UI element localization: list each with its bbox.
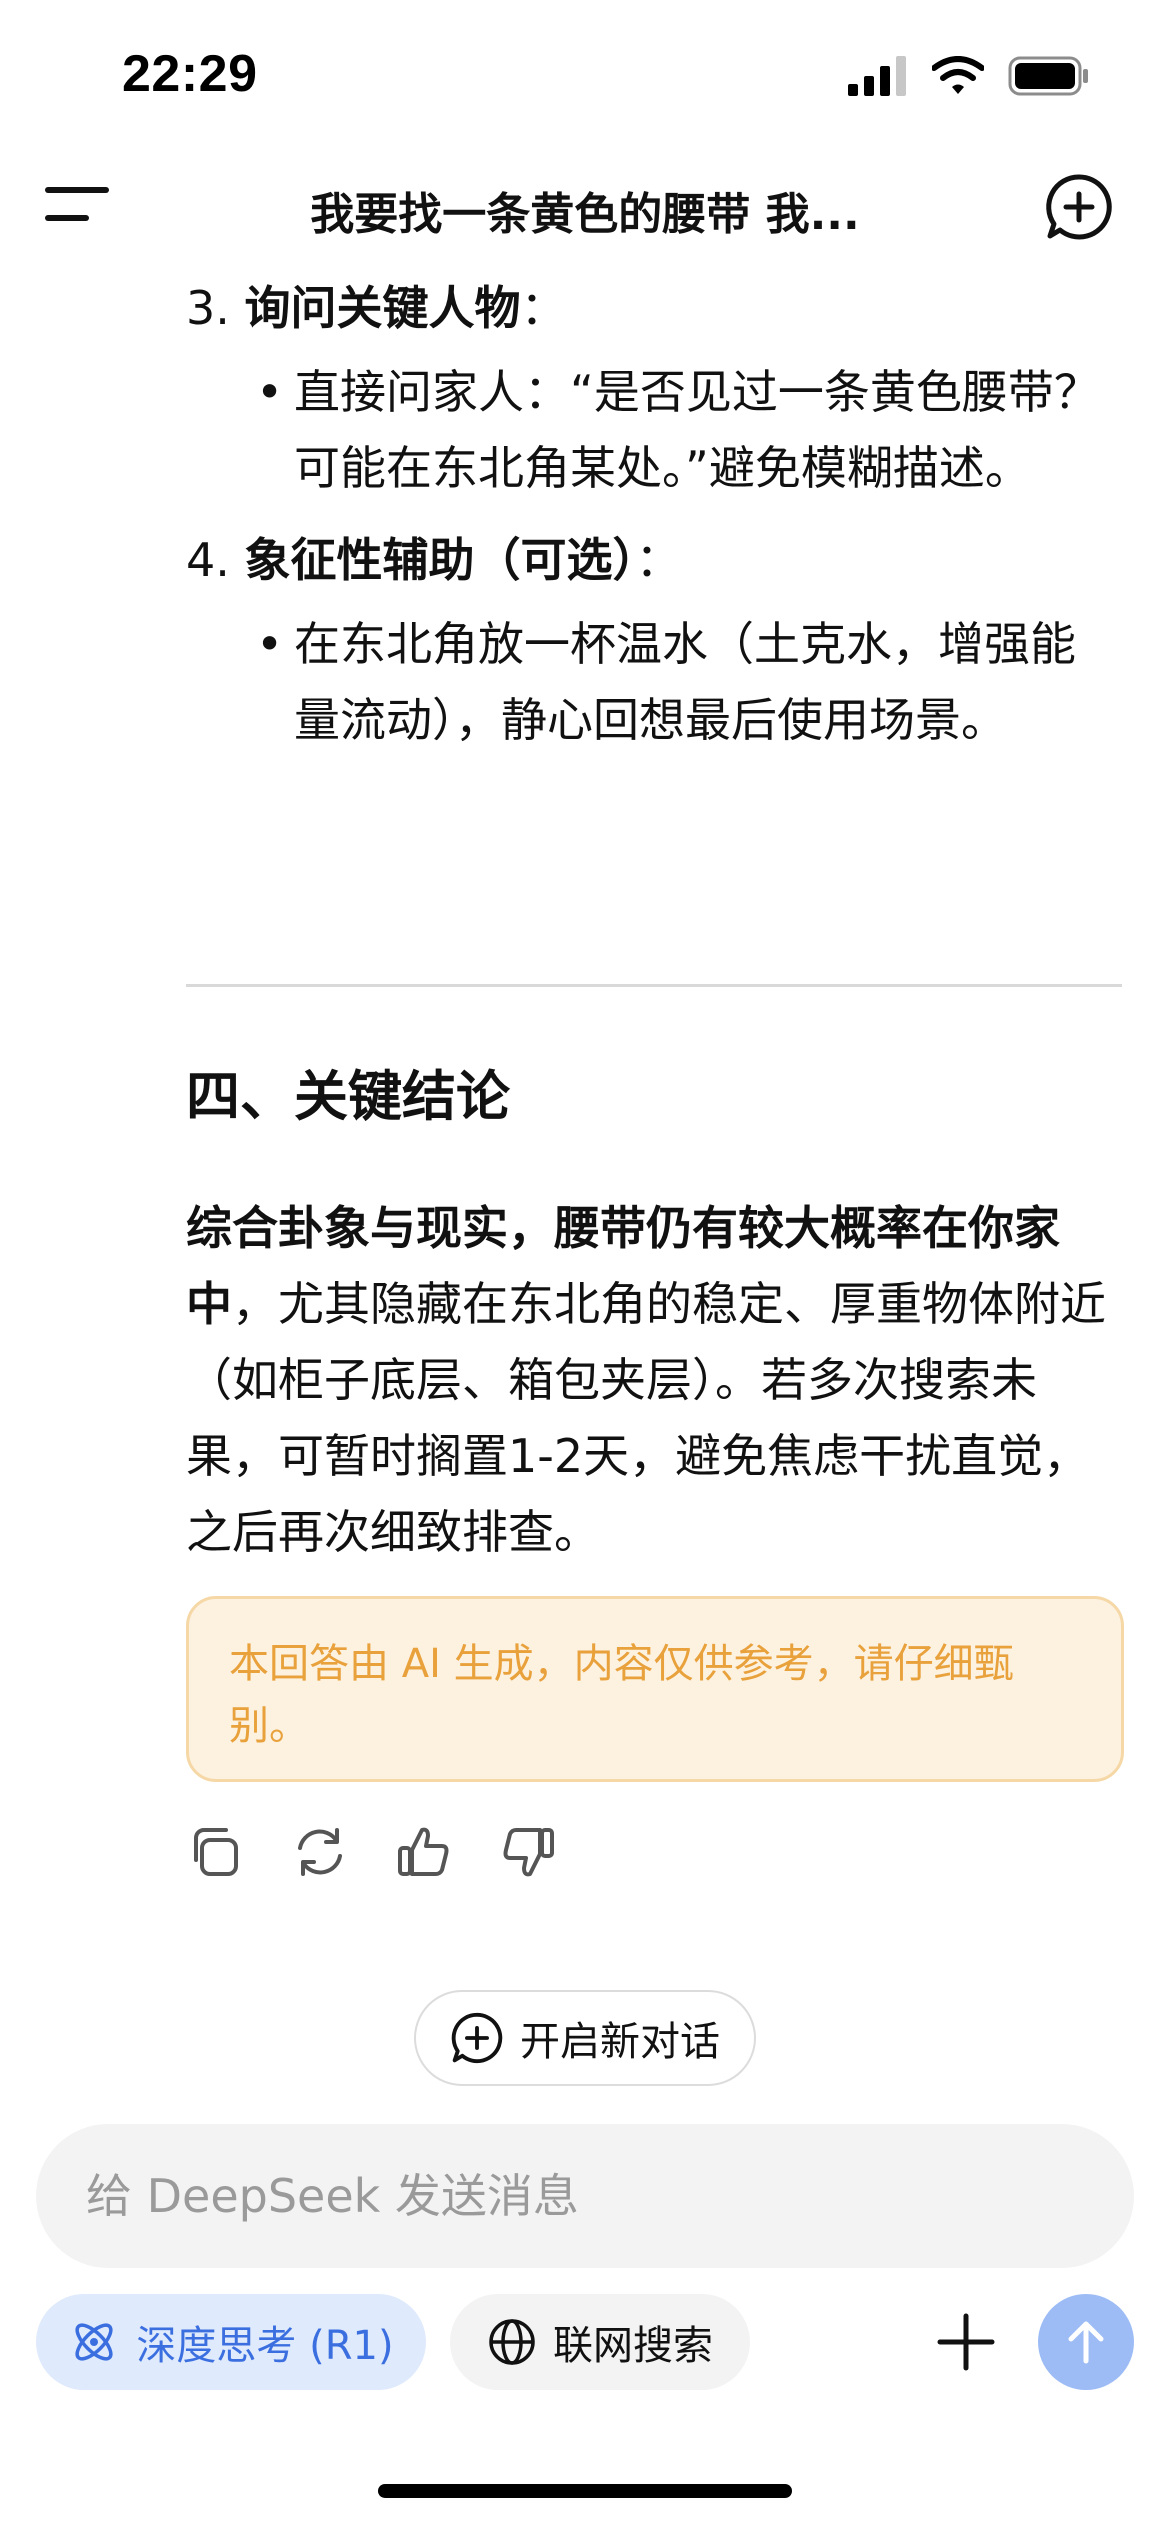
bullet-item: • 在东北角放一杯温水（土克水，增强能量流动），静心回想最后使用场景。 <box>186 606 1116 758</box>
status-icons <box>848 56 1090 96</box>
regenerate-icon[interactable] <box>290 1822 350 1882</box>
assistant-message: 3. 询问关键人物： • 直接问家人：“是否见过一条黄色腰带？可能在东北角某处。… <box>186 270 1116 758</box>
ai-disclaimer: 本回答由 AI 生成，内容仅供参考，请仔细甄别。 <box>186 1596 1124 1782</box>
list-item-colon: ： <box>520 281 567 335</box>
thumbs-up-icon[interactable] <box>394 1822 454 1882</box>
thumbs-down-icon[interactable] <box>498 1822 558 1882</box>
wifi-icon <box>932 56 984 94</box>
bullet-item: • 直接问家人：“是否见过一条黄色腰带？可能在东北角某处。”避免模糊描述。 <box>186 354 1116 506</box>
bullet-text: 直接问家人：“是否见过一条黄色腰带？可能在东北角某处。”避免模糊描述。 <box>294 365 1100 495</box>
new-chat-button[interactable]: 开启新对话 <box>414 1990 756 2086</box>
list-item-title: 询问关键人物 <box>244 281 521 335</box>
atom-icon <box>75 2323 113 2361</box>
bullet-dot: • <box>256 365 284 419</box>
composer-toolbar: 深度思考 (R1) 联网搜索 <box>36 2294 1134 2390</box>
new-chat-icon[interactable] <box>1044 172 1114 242</box>
copy-icon[interactable] <box>186 1822 246 1882</box>
chat-title[interactable]: 我要找一条黄色的腰带 我... <box>200 178 970 242</box>
list-number: 3. <box>186 281 230 335</box>
deep-think-label: 深度思考 (R1) <box>136 2323 394 2369</box>
bullet-dot: • <box>256 617 284 671</box>
status-time: 22:29 <box>122 45 258 103</box>
section-heading: 四、关键结论 <box>186 1065 510 1128</box>
conclusion-text: ，尤其隐藏在东北角的稳定、厚重物体附近（如柜子底层、箱包夹层）。若多次搜索未果，… <box>186 1277 1106 1559</box>
list-number: 4. <box>186 533 230 587</box>
deep-think-toggle[interactable]: 深度思考 (R1) <box>36 2294 426 2390</box>
app-header: 我要找一条黄色的腰带 我... <box>0 160 1170 252</box>
section-divider <box>186 984 1122 987</box>
signal-icon <box>848 56 906 96</box>
conclusion-paragraph: 综合卦象与现实，腰带仍有较大概率在你家中，尤其隐藏在东北角的稳定、厚重物体附近（… <box>186 1190 1122 1570</box>
web-search-toggle[interactable]: 联网搜索 <box>450 2294 750 2390</box>
new-chat-icon <box>451 2012 503 2064</box>
status-bar: 22:29 <box>0 0 1170 150</box>
list-item-title: 象征性辅助（可选） <box>244 533 636 587</box>
menu-icon[interactable] <box>44 178 110 234</box>
list-item-3: 3. 询问关键人物： <box>186 270 1116 346</box>
home-indicator[interactable] <box>378 2484 792 2498</box>
web-search-label: 联网搜索 <box>553 2323 713 2369</box>
send-button[interactable] <box>1038 2294 1134 2390</box>
list-item-4: 4. 象征性辅助（可选）： <box>186 522 1116 598</box>
list-item-colon: ： <box>635 533 682 587</box>
plus-icon[interactable] <box>932 2308 1000 2376</box>
message-composer <box>36 2124 1134 2268</box>
bullet-text: 在东北角放一杯温水（土克水，增强能量流动），静心回想最后使用场景。 <box>294 617 1076 747</box>
message-input[interactable] <box>86 2124 1084 2268</box>
globe-icon <box>489 2319 535 2365</box>
battery-icon <box>1008 56 1088 96</box>
new-chat-label: 开启新对话 <box>520 2019 720 2065</box>
message-actions <box>186 1822 558 1882</box>
arrow-up-icon <box>1068 2321 1104 2364</box>
